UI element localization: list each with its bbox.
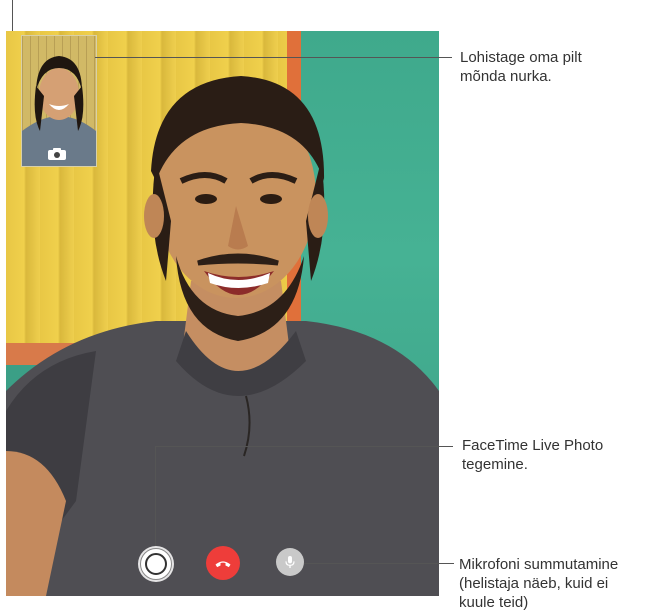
callout-live-photo-line1: FaceTime Live Photo [462,437,604,454]
shutter-icon [145,553,167,575]
callout-drag-pip: Lohistage oma pilt mõnda nurka. [460,48,650,86]
phone-hangup-icon [215,561,231,568]
callout-mute-line1: Mikrofoni summutamine [459,556,619,573]
end-call-button[interactable] [206,546,240,580]
callout-live-photo-line2: tegemine. [462,456,528,473]
live-photo-button[interactable] [140,548,172,580]
callout-drag-pip-line2: mõnda nurka. [460,68,552,85]
switch-camera-icon[interactable] [47,147,67,161]
callout-live-photo: FaceTime Live Photo tegemine. [462,436,652,474]
callout-drag-pip-line1: Lohistage oma pilt [460,49,582,66]
mute-button[interactable] [276,548,304,576]
microphone-icon [285,556,295,568]
callout-line-live-photo-vertical [155,446,156,550]
callout-mute-line2: (helistaja näeb, kuid ei [459,575,609,592]
callout-mute-line3: kuule teid) [459,594,529,611]
callout-line-drag [95,57,452,58]
callout-line-live-photo [155,446,453,447]
callout-line-mute [304,563,454,564]
callout-mute: Mikrofoni summutamine (helistaja näeb, k… [459,555,659,612]
